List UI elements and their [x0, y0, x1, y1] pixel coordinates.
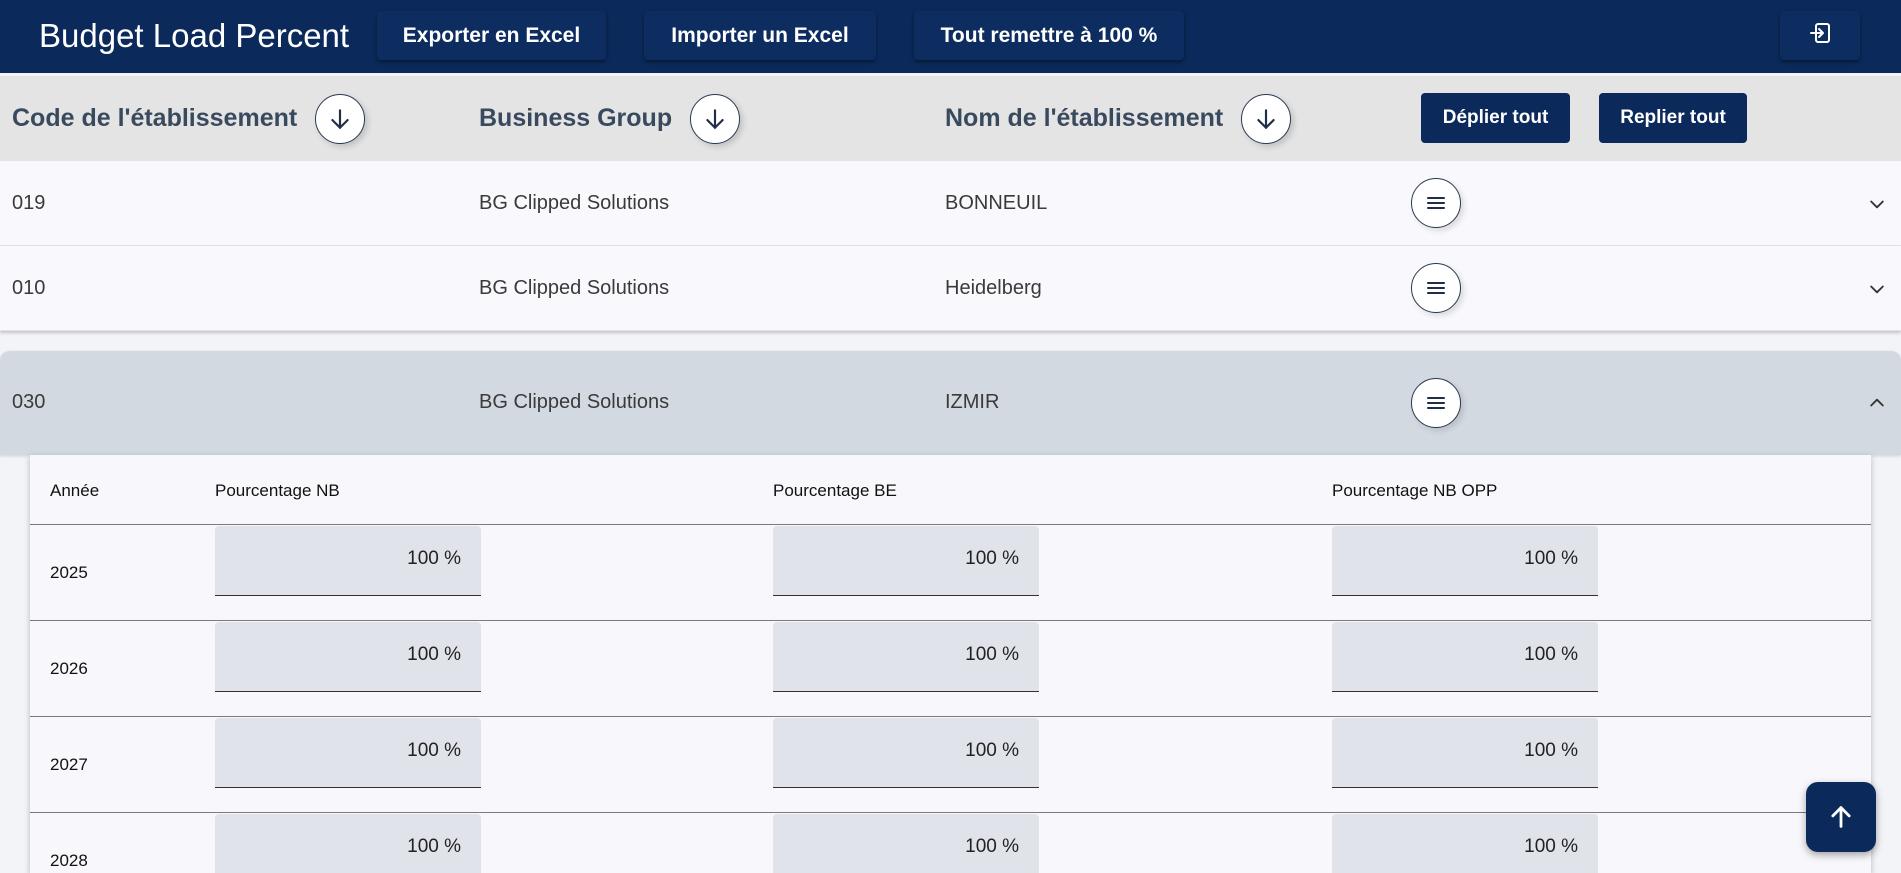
detail-table: Année Pourcentage NB Pourcentage BE Pour… — [30, 455, 1871, 873]
row-code: 010 — [12, 277, 46, 299]
table-header: Code de l'établissement Business Group N… — [0, 76, 1901, 161]
top-app-bar: Budget Load Percent Exporter en Excel Im… — [0, 0, 1901, 73]
row-menu-button[interactable] — [1411, 263, 1461, 313]
arrow-down-icon — [1257, 108, 1275, 129]
collapse-row-button[interactable] — [1865, 391, 1889, 415]
column-header-business-group: Business Group — [479, 76, 741, 161]
collapse-all-button[interactable]: Replier tout — [1599, 93, 1747, 143]
expand-row-button[interactable] — [1865, 277, 1889, 301]
menu-icon — [1427, 397, 1445, 409]
row-menu-button[interactable] — [1411, 178, 1461, 228]
year-value: 2027 — [50, 755, 88, 774]
percent-nb-opp-input[interactable]: 100 % — [1332, 718, 1598, 788]
column-label-nb: Pourcentage NB — [215, 481, 340, 500]
percent-nb-input[interactable]: 100 % — [215, 814, 481, 873]
app-title: Budget Load Percent — [39, 17, 350, 54]
sort-code-button[interactable] — [315, 93, 366, 144]
year-row: 2028 100 % 100 % 100 % — [30, 813, 1871, 873]
row-name: Heidelberg — [945, 277, 1042, 299]
column-header-code: Code de l'établissement — [12, 76, 366, 161]
column-header-name: Nom de l'établissement — [945, 76, 1292, 161]
logout-icon — [1808, 21, 1832, 51]
sort-name-button[interactable] — [1241, 93, 1292, 144]
row-name: BONNEUIL — [945, 192, 1048, 214]
arrow-up-icon — [1831, 806, 1851, 828]
column-label-name: Nom de l'établissement — [945, 104, 1224, 132]
sort-business-group-button[interactable] — [690, 93, 741, 144]
percent-nb-opp-input[interactable]: 100 % — [1332, 526, 1598, 596]
percent-be-input[interactable]: 100 % — [773, 718, 1039, 788]
table-row[interactable]: 019 BG Clipped Solutions BONNEUIL — [0, 161, 1901, 246]
row-business-group: BG Clipped Solutions — [479, 277, 670, 299]
column-label-code: Code de l'établissement — [12, 104, 298, 132]
percent-nb-input[interactable]: 100 % — [215, 622, 481, 692]
year-row: 2027 100 % 100 % 100 % — [30, 717, 1871, 813]
year-value: 2026 — [50, 659, 88, 678]
row-business-group: BG Clipped Solutions — [479, 391, 670, 413]
reset-all-100-button[interactable]: Tout remettre à 100 % — [914, 11, 1184, 60]
row-business-group: BG Clipped Solutions — [479, 192, 670, 214]
table-row-expanded[interactable]: 030 BG Clipped Solutions IZMIR — [0, 351, 1901, 455]
row-code: 030 — [12, 391, 46, 413]
chevron-up-icon — [1870, 398, 1884, 407]
menu-icon — [1427, 282, 1445, 294]
scroll-to-top-button[interactable] — [1806, 782, 1876, 852]
column-label-nb-opp: Pourcentage NB OPP — [1332, 481, 1498, 500]
expand-all-button[interactable]: Déplier tout — [1421, 93, 1570, 143]
percent-nb-opp-input[interactable]: 100 % — [1332, 814, 1598, 873]
menu-icon — [1427, 197, 1445, 209]
percent-nb-opp-input[interactable]: 100 % — [1332, 622, 1598, 692]
percent-be-input[interactable]: 100 % — [773, 814, 1039, 873]
column-label-business-group: Business Group — [479, 104, 673, 132]
column-label-year: Année — [50, 481, 100, 500]
arrow-down-icon — [331, 108, 349, 129]
row-name: IZMIR — [945, 391, 1000, 413]
chevron-down-icon — [1870, 285, 1884, 294]
year-row: 2025 100 % 100 % 100 % — [30, 525, 1871, 621]
column-label-be: Pourcentage BE — [773, 481, 897, 500]
export-excel-button[interactable]: Exporter en Excel — [377, 11, 606, 60]
arrow-down-icon — [706, 108, 724, 129]
row-code: 019 — [12, 192, 46, 214]
year-row: 2026 100 % 100 % 100 % — [30, 621, 1871, 717]
expand-row-button[interactable] — [1865, 192, 1889, 216]
percent-be-input[interactable]: 100 % — [773, 526, 1039, 596]
row-menu-button[interactable] — [1411, 378, 1461, 428]
chevron-down-icon — [1870, 200, 1884, 209]
year-value: 2028 — [50, 851, 88, 870]
detail-table-header: Année Pourcentage NB Pourcentage BE Pour… — [30, 455, 1871, 525]
logout-button[interactable] — [1780, 11, 1860, 60]
year-value: 2025 — [50, 563, 88, 582]
import-excel-button[interactable]: Importer un Excel — [644, 11, 876, 60]
percent-nb-input[interactable]: 100 % — [215, 718, 481, 788]
table-row[interactable]: 010 BG Clipped Solutions Heidelberg — [0, 246, 1901, 331]
percent-nb-input[interactable]: 100 % — [215, 526, 481, 596]
percent-be-input[interactable]: 100 % — [773, 622, 1039, 692]
